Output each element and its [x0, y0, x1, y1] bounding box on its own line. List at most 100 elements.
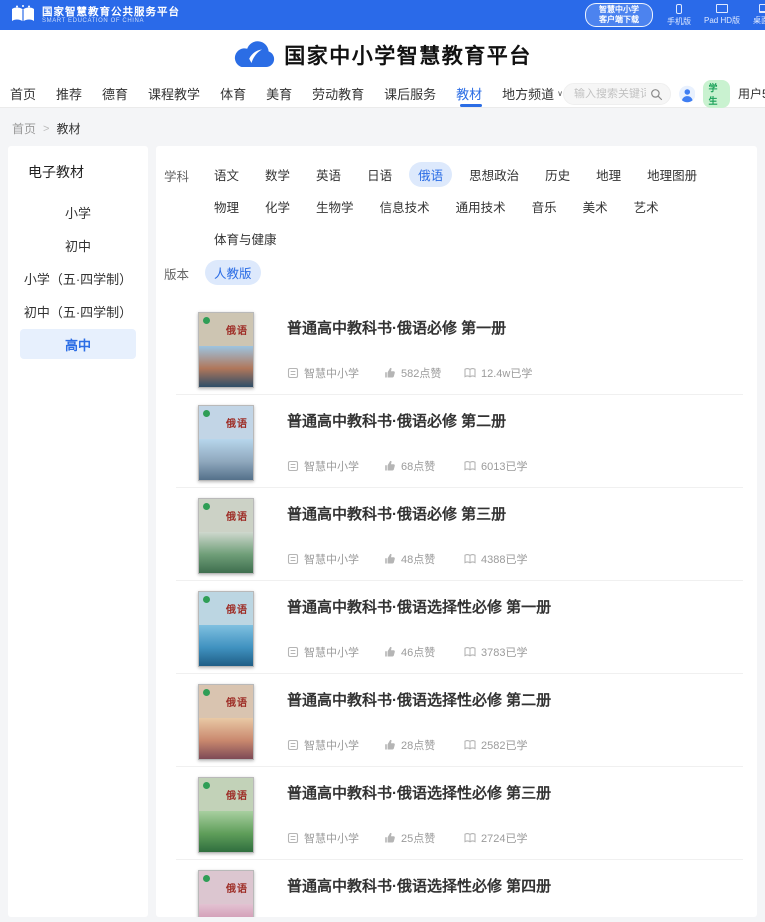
sidebar-grade-item[interactable]: 初中 — [20, 230, 136, 260]
nav-item[interactable]: 课程教学 — [148, 80, 203, 107]
book-stats: 智慧中小学 48点赞 4388已学 — [287, 551, 743, 567]
filter-option[interactable]: 语文 — [205, 162, 248, 187]
publisher-logo-dot — [203, 410, 210, 417]
platform-brand[interactable]: 国家智慧教育公共服务平台 SMART EDUCATION OF CHINA — [10, 5, 180, 25]
nav-item[interactable]: 地方频道 ∨ — [502, 80, 563, 107]
sidebar-grade-label: 初中 — [65, 236, 91, 255]
filter-option[interactable]: 英语 — [307, 162, 350, 187]
cover-subject-label: 俄语 — [226, 415, 248, 430]
nav-item-label: 劳动教育 — [312, 84, 364, 103]
nav-item[interactable]: 体育 — [220, 80, 249, 107]
filter-option[interactable]: 生物学 — [307, 194, 363, 219]
cover-subject-label: 俄语 — [226, 601, 248, 616]
open-book-icon — [464, 646, 476, 658]
user-avatar-icon[interactable] — [679, 85, 696, 103]
thumbs-up-icon — [384, 367, 396, 379]
book-title: 普通高中教科书·俄语必修 第二册 — [287, 410, 743, 431]
nav-item[interactable]: 美育 — [266, 80, 295, 107]
open-book-icon — [464, 553, 476, 565]
filter-option[interactable]: 信息技术 — [371, 194, 439, 219]
book-cover[interactable]: 俄语 — [198, 405, 254, 481]
book-stats: 智慧中小学 28点赞 2582已学 — [287, 737, 743, 753]
device-icon — [676, 4, 682, 14]
book-cover[interactable]: 俄语 — [198, 684, 254, 760]
filter-option[interactable]: 音乐 — [523, 194, 566, 219]
nav-item[interactable]: 教材 — [456, 80, 485, 107]
nav-item[interactable]: 劳动教育 — [312, 80, 367, 107]
book-list-item[interactable]: 俄语 普通高中教科书·俄语选择性必修 第一册 智慧中小学 46点赞 3783已学 — [176, 581, 743, 674]
cover-photo — [199, 439, 253, 480]
learned-stat: 12.4w已学 — [464, 365, 532, 381]
filter-option[interactable]: 思想政治 — [460, 162, 528, 187]
nav-item-label: 首页 — [10, 84, 36, 103]
nav-item[interactable]: 德育 — [102, 80, 131, 107]
book-cover[interactable]: 俄语 — [198, 870, 254, 917]
publisher-stat: 智慧中小学 — [287, 644, 384, 660]
sidebar-grade-item[interactable]: 高中 — [20, 329, 136, 359]
book-list-item[interactable]: 俄语 普通高中教科书·俄语必修 第三册 智慧中小学 48点赞 4388已学 — [176, 488, 743, 581]
search-icon[interactable] — [650, 88, 663, 101]
learned-stat: 6013已学 — [464, 458, 527, 474]
likes-stat: 48点赞 — [384, 551, 464, 567]
learned-stat: 3783已学 — [464, 644, 527, 660]
filter-option[interactable]: 日语 — [358, 162, 401, 187]
sidebar-grade-item[interactable]: 小学（五·四学制） — [20, 263, 136, 293]
filter-option[interactable]: 历史 — [536, 162, 579, 187]
book-title: 普通高中教科书·俄语必修 第一册 — [287, 317, 743, 338]
nav-item-label: 地方频道 — [502, 84, 554, 103]
sidebar-grade-label: 小学（五·四学制） — [24, 269, 132, 288]
book-cover[interactable]: 俄语 — [198, 777, 254, 853]
sidebar-grade-item[interactable]: 初中（五·四学制） — [20, 296, 136, 326]
book-list-item[interactable]: 俄语 普通高中教科书·俄语选择性必修 第四册 智慧中小学 71点赞 9121已学 — [176, 860, 743, 917]
nav-item[interactable]: 课后服务 — [384, 80, 439, 107]
main-panel: 学科 语文数学英语日语俄语思想政治历史地理地理图册物理化学生物学信息技术通用技术… — [156, 146, 757, 917]
cover-photo — [199, 718, 253, 759]
likes-stat: 68点赞 — [384, 458, 464, 474]
breadcrumb-home[interactable]: 首页 — [12, 120, 36, 137]
thumbs-up-icon — [384, 460, 396, 472]
book-list-item[interactable]: 俄语 普通高中教科书·俄语必修 第二册 智慧中小学 68点赞 6013已学 — [176, 395, 743, 488]
book-title: 普通高中教科书·俄语选择性必修 第二册 — [287, 689, 743, 710]
sidebar-grade-item[interactable]: 小学 — [20, 197, 136, 227]
book-list-item[interactable]: 俄语 普通高中教科书·俄语选择性必修 第二册 智慧中小学 28点赞 2582已学 — [176, 674, 743, 767]
likes-stat: 46点赞 — [384, 644, 464, 660]
nav-item[interactable]: 首页 — [10, 80, 39, 107]
filter-option[interactable]: 地理 — [587, 162, 630, 187]
book-cover[interactable]: 俄语 — [198, 312, 254, 388]
book-cover[interactable]: 俄语 — [198, 591, 254, 667]
book-list-item[interactable]: 俄语 普通高中教科书·俄语必修 第一册 智慧中小学 582点赞 12.4w已学 — [176, 302, 743, 395]
book-cover[interactable]: 俄语 — [198, 498, 254, 574]
filter-option[interactable]: 人教版 — [205, 260, 261, 285]
nav-item-label: 体育 — [220, 84, 246, 103]
open-book-logo-icon — [10, 5, 36, 25]
book-stats: 智慧中小学 25点赞 2724已学 — [287, 830, 743, 846]
publisher-icon — [287, 553, 299, 565]
filter-option[interactable]: 美术 — [574, 194, 617, 219]
client-version-label: 手机版 — [667, 16, 691, 27]
client-version-link[interactable]: Pad HD版 — [704, 4, 740, 27]
nav-item[interactable]: 推荐 — [56, 80, 85, 107]
search-box[interactable] — [563, 83, 671, 105]
book-list-item[interactable]: 俄语 普通高中教科书·俄语选择性必修 第三册 智慧中小学 25点赞 2724已学 — [176, 767, 743, 860]
breadcrumb-separator: > — [43, 123, 49, 135]
filter-option[interactable]: 体育与健康 — [205, 226, 286, 251]
filter-option[interactable]: 物理 — [205, 194, 248, 219]
client-version-link[interactable]: 手机版 — [667, 4, 691, 27]
search-input[interactable] — [574, 88, 646, 100]
filter-option[interactable]: 艺术 — [625, 194, 668, 219]
filter-option[interactable]: 化学 — [256, 194, 299, 219]
client-download-button[interactable]: 智慧中小学 客户端下载 — [585, 3, 653, 28]
nav-item-label: 美育 — [266, 84, 292, 103]
likes-stat: 28点赞 — [384, 737, 464, 753]
client-version-link[interactable]: 桌面端 — [753, 4, 765, 27]
filter-option[interactable]: 地理图册 — [638, 162, 706, 187]
book-title: 普通高中教科书·俄语必修 第三册 — [287, 503, 743, 524]
filter-option[interactable]: 俄语 — [409, 162, 452, 187]
filter-option[interactable]: 通用技术 — [447, 194, 515, 219]
username[interactable]: 用户5562 — [738, 85, 765, 102]
open-book-icon — [464, 460, 476, 472]
platform-subtitle: SMART EDUCATION OF CHINA — [42, 18, 180, 25]
client-version-label: 桌面端 — [753, 15, 765, 26]
filter-option[interactable]: 数学 — [256, 162, 299, 187]
cover-subject-label: 俄语 — [226, 508, 248, 523]
